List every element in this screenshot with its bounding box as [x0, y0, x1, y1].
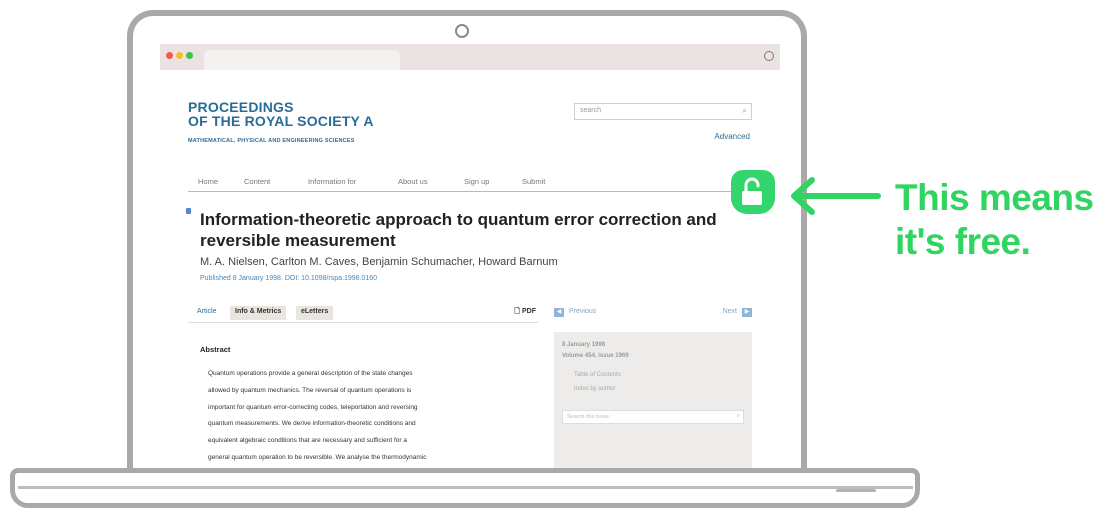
publication-info[interactable]: Published 8 January 1998. DOI: 10.1098/r…	[200, 275, 377, 282]
abstract-line: quantum measurements. We derive informat…	[208, 420, 416, 428]
tab-article[interactable]: Article	[192, 306, 221, 320]
minimize-window-button[interactable]	[176, 52, 183, 59]
abstract-line: general quantum operation to be reversib…	[208, 453, 427, 461]
previous-link[interactable]: Previous	[569, 308, 596, 315]
browser-titlebar	[160, 44, 780, 70]
abstract-line: important for quantum error-correcting c…	[208, 403, 418, 411]
sidebar-panel	[554, 456, 752, 468]
browser-window: PROCEEDINGS OF THE ROYAL SOCIETY A MATHE…	[160, 44, 780, 468]
open-access-lock-icon	[186, 208, 191, 214]
search-icon[interactable]: ⌕	[743, 106, 747, 116]
table-of-contents-link[interactable]: Table of Contents	[574, 372, 621, 378]
article-tabs: Article Info & Metrics eLetters 🗋 PDF	[188, 304, 538, 323]
search-placeholder: search	[580, 107, 602, 114]
abstract-line: allowed by quantum mechanics. The revers…	[208, 386, 412, 394]
search-input[interactable]: search ⌕	[574, 103, 752, 120]
laptop-base-edge	[18, 486, 913, 489]
nav-about-us[interactable]: About us	[398, 177, 428, 186]
browser-tab[interactable]	[204, 50, 400, 70]
abstract-text: Quantum operations provide a general des…	[208, 366, 518, 467]
main-nav: Home Content Information for About us Si…	[188, 173, 752, 192]
journal-logo[interactable]: PROCEEDINGS OF THE ROYAL SOCIETY A	[188, 100, 374, 128]
search-icon[interactable]: ⌕	[737, 413, 740, 420]
issue-search-input[interactable]: Search this issue ⌕	[562, 410, 744, 424]
tab-eletters[interactable]: eLetters	[296, 306, 334, 320]
nav-information-for[interactable]: Information for	[308, 177, 356, 186]
arrow-icon	[791, 177, 881, 215]
nav-content[interactable]: Content	[244, 177, 270, 186]
maximize-window-button[interactable]	[186, 52, 193, 59]
free-annotation: This means it's free.	[895, 176, 1094, 264]
issue-date: 8 January 1998	[562, 342, 606, 348]
abstract-heading: Abstract	[200, 345, 231, 354]
issue-navigation: ◀ Previous Next ▶	[554, 306, 752, 320]
next-arrow-icon[interactable]: ▶	[742, 308, 752, 317]
annotation-line1: This means	[895, 177, 1094, 218]
journal-name-line1: PROCEEDINGS	[188, 99, 294, 115]
journal-subtitle: MATHEMATICAL, PHYSICAL AND ENGINEERING S…	[188, 138, 355, 144]
nav-home[interactable]: Home	[198, 177, 218, 186]
article-title: Information-theoretic approach to quantu…	[200, 210, 717, 250]
index-by-author-link[interactable]: Index by author	[574, 386, 615, 392]
issue-volume: Volume 454, issue 1969	[562, 353, 629, 359]
advanced-search-link[interactable]: Advanced	[714, 132, 750, 141]
journal-name-line2: OF THE ROYAL SOCIETY A	[188, 113, 374, 129]
issue-search-placeholder: Search this issue	[567, 414, 609, 420]
profile-icon[interactable]	[764, 51, 774, 61]
unlocked-padlock-icon	[731, 170, 775, 214]
abstract-line: Quantum operations provide a general des…	[208, 370, 413, 377]
issue-panel: 8 January 1998 Volume 454, issue 1969 Ta…	[554, 332, 752, 462]
close-window-button[interactable]	[166, 52, 173, 59]
tab-info-metrics[interactable]: Info & Metrics	[230, 306, 287, 320]
article-authors[interactable]: M. A. Nielsen, Carlton M. Caves, Benjami…	[200, 256, 558, 268]
laptop-base-notch	[836, 489, 876, 492]
previous-arrow-icon[interactable]: ◀	[554, 308, 564, 317]
nav-sign-up[interactable]: Sign up	[464, 177, 489, 186]
next-link[interactable]: Next	[723, 308, 737, 315]
pdf-link[interactable]: 🗋 PDF	[514, 307, 536, 318]
pdf-icon: 🗋	[514, 308, 521, 315]
nav-submit[interactable]: Submit	[522, 177, 545, 186]
pdf-label: PDF	[522, 308, 536, 315]
abstract-line: equivalent algebraic conditions that are…	[208, 437, 407, 445]
webcam	[455, 24, 469, 38]
annotation-line2: it's free.	[895, 221, 1031, 262]
journal-page: PROCEEDINGS OF THE ROYAL SOCIETY A MATHE…	[168, 70, 772, 468]
